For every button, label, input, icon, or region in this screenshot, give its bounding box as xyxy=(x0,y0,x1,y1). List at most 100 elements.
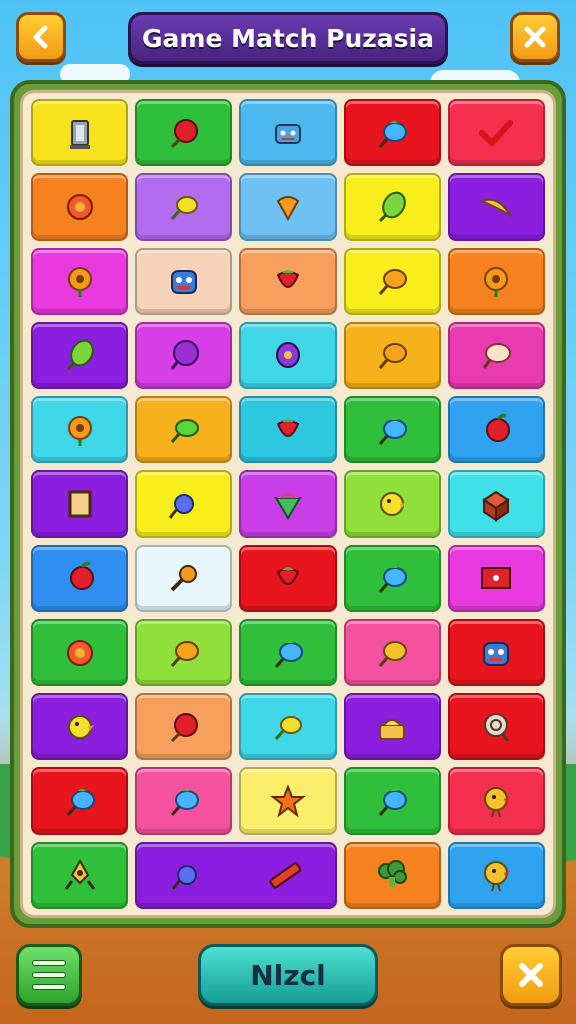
board-tile[interactable] xyxy=(135,693,233,761)
board-tile[interactable] xyxy=(343,396,441,464)
board-tile[interactable] xyxy=(447,99,545,167)
board-tile[interactable] xyxy=(447,767,545,835)
apple-icon xyxy=(69,562,94,591)
close-button-bottom[interactable] xyxy=(500,944,562,1006)
chick-icon xyxy=(484,787,511,818)
board-tile[interactable] xyxy=(31,544,129,612)
board-tile[interactable] xyxy=(31,396,129,464)
orange-icon xyxy=(170,640,199,667)
board-tile[interactable] xyxy=(447,470,545,538)
blueberry-icon xyxy=(379,566,408,594)
robot-icon xyxy=(274,123,301,144)
board-tile[interactable] xyxy=(447,396,545,464)
banana-icon xyxy=(479,198,514,218)
orange-icon xyxy=(379,269,408,296)
board-tile[interactable] xyxy=(135,767,233,835)
lantern-icon xyxy=(69,119,90,149)
shield-icon xyxy=(484,712,510,742)
board-tile[interactable] xyxy=(447,618,545,687)
menu-button[interactable] xyxy=(16,944,82,1006)
board-tile[interactable] xyxy=(343,767,441,835)
board-tile[interactable] xyxy=(343,544,441,612)
board-tile[interactable] xyxy=(239,396,337,464)
lemon-icon xyxy=(274,715,302,740)
blueberry-icon xyxy=(379,120,408,148)
board-tile[interactable] xyxy=(135,173,233,241)
back-button[interactable] xyxy=(16,12,66,62)
next-button-label: Nlzcl xyxy=(250,958,326,992)
sunflower-icon xyxy=(484,267,509,298)
board-tile[interactable] xyxy=(135,396,233,464)
monster-icon xyxy=(483,641,510,666)
cherry-icon xyxy=(170,712,198,742)
board-tile[interactable] xyxy=(135,99,233,167)
flower-icon xyxy=(66,639,93,666)
menu-icon xyxy=(32,960,66,966)
board-tile[interactable] xyxy=(447,841,545,909)
board-tile[interactable] xyxy=(447,693,545,761)
board-tile[interactable] xyxy=(343,693,441,761)
board-tile[interactable] xyxy=(135,321,233,390)
board-tile[interactable] xyxy=(447,247,545,315)
page-title: Game Match Puzasia xyxy=(142,23,434,53)
board-tile[interactable] xyxy=(343,618,441,687)
board-tile[interactable] xyxy=(31,99,129,167)
board-tile[interactable] xyxy=(239,544,337,612)
board-tile[interactable] xyxy=(135,247,233,315)
cube-icon xyxy=(482,490,511,522)
star-icon xyxy=(270,784,306,818)
bird-icon xyxy=(380,491,407,516)
gem-icon xyxy=(274,491,302,520)
board-tile[interactable] xyxy=(343,470,441,538)
blueberry-icon xyxy=(274,640,303,668)
next-button[interactable]: Nlzcl xyxy=(198,944,378,1006)
menu-icon-bar xyxy=(32,984,66,990)
mango-icon xyxy=(379,640,408,667)
strawberry-icon xyxy=(276,270,300,289)
heart-icon xyxy=(479,119,514,146)
board-tile[interactable] xyxy=(239,693,337,761)
board-tile[interactable] xyxy=(239,321,337,390)
board-tile[interactable] xyxy=(135,470,233,538)
board-tile[interactable] xyxy=(239,767,337,835)
board-tile[interactable] xyxy=(343,841,441,909)
close-button[interactable] xyxy=(510,12,560,62)
board-tile[interactable] xyxy=(239,99,337,167)
ruler-icon xyxy=(269,862,302,889)
board-tile[interactable] xyxy=(31,693,129,761)
board-tile[interactable] xyxy=(343,321,441,390)
board-tile[interactable] xyxy=(31,247,129,315)
board-tile[interactable] xyxy=(135,618,233,687)
cherry-icon xyxy=(170,118,198,148)
board-tile[interactable] xyxy=(239,173,337,241)
leaf-icon xyxy=(379,191,407,222)
candy-icon xyxy=(171,865,197,891)
blueberry-icon xyxy=(66,789,95,817)
frame-icon xyxy=(68,490,92,518)
board-tile[interactable] xyxy=(31,841,129,909)
apple-icon xyxy=(486,413,511,442)
grape-icon xyxy=(170,340,199,371)
board-tile[interactable] xyxy=(343,247,441,315)
board-tile[interactable] xyxy=(31,767,129,835)
board-tile[interactable] xyxy=(31,321,129,390)
peach-icon xyxy=(483,343,512,370)
board-tile[interactable] xyxy=(239,470,337,538)
board-tile[interactable] xyxy=(447,544,545,612)
board-tile[interactable] xyxy=(135,544,233,612)
plum-icon xyxy=(275,342,300,369)
board-tile[interactable] xyxy=(343,173,441,241)
rocket-icon xyxy=(64,859,95,891)
board-tile[interactable] xyxy=(135,841,337,909)
board-tile[interactable] xyxy=(343,99,441,167)
board-tile[interactable] xyxy=(447,173,545,241)
board-tile[interactable] xyxy=(239,618,337,687)
lemon-icon xyxy=(170,195,198,220)
board-tile[interactable] xyxy=(239,247,337,315)
board-tile[interactable] xyxy=(31,173,129,241)
board-tile[interactable] xyxy=(447,321,545,390)
board-tile[interactable] xyxy=(31,470,129,538)
board-tile[interactable] xyxy=(31,618,129,687)
menu-icon-bar xyxy=(32,972,66,978)
broccoli-icon xyxy=(378,860,408,888)
